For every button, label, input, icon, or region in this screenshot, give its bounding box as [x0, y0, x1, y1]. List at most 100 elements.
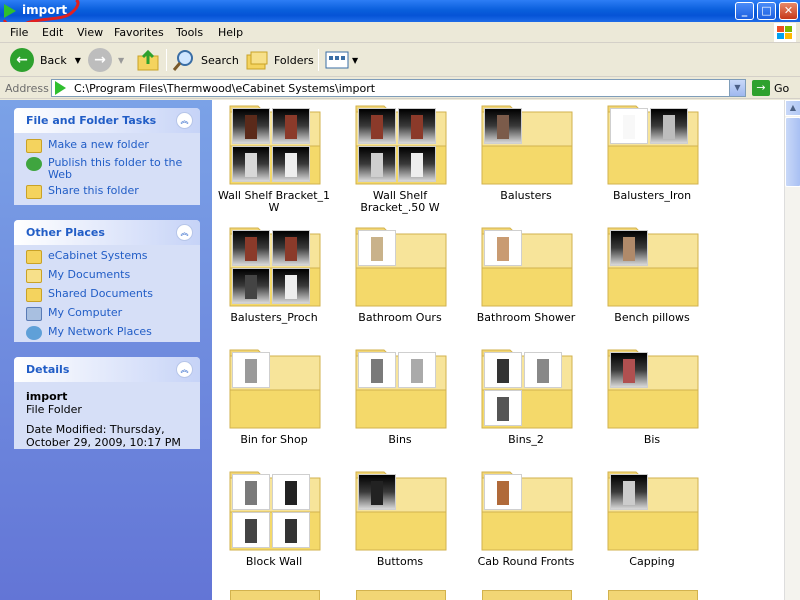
- folder-item[interactable]: Bin for Shop: [214, 346, 334, 456]
- explorer-window: import _ □ ✕ File Edit View Favorites To…: [0, 0, 800, 600]
- folder-thumbnail: [524, 352, 562, 388]
- collapse-icon[interactable]: ︽: [176, 224, 193, 241]
- scroll-thumb[interactable]: [785, 117, 800, 187]
- folder-thumbnail: [232, 268, 270, 304]
- views-button[interactable]: ▼: [325, 47, 358, 73]
- back-label: Back: [40, 53, 67, 67]
- back-button[interactable]: ← Back ▼: [10, 47, 81, 73]
- place-shared-documents[interactable]: Shared Documents: [26, 288, 192, 302]
- folder-thumbnail: [358, 474, 396, 510]
- folder-thumbnail: [610, 230, 648, 266]
- folder-item[interactable]: Balusters_Proch: [214, 224, 334, 334]
- up-folder-button[interactable]: [136, 47, 160, 73]
- other-places-header[interactable]: Other Places ︽: [14, 220, 200, 245]
- address-bar: Address C:\Program Files\Thermwood\eCabi…: [0, 77, 800, 99]
- folder-item[interactable]: Bathroom Ours: [340, 224, 460, 334]
- folders-button[interactable]: Folders: [245, 47, 314, 73]
- publish-folder-link[interactable]: Publish this folder to the Web: [26, 157, 192, 181]
- vertical-scrollbar[interactable]: ▲: [784, 100, 800, 600]
- up-folder-icon: [137, 49, 159, 71]
- folder-item[interactable]: Balusters: [466, 102, 586, 212]
- place-my-documents[interactable]: My Documents: [26, 269, 192, 283]
- forward-dropdown-icon[interactable]: ▼: [118, 56, 124, 65]
- folder-icon[interactable]: [608, 590, 698, 600]
- collapse-icon[interactable]: ︽: [176, 361, 193, 378]
- menu-favorites[interactable]: Favorites: [114, 26, 164, 39]
- folder-item[interactable]: Bins: [340, 346, 460, 456]
- folder-thumbnail: [484, 390, 522, 426]
- details-header[interactable]: Details ︽: [14, 357, 200, 382]
- other-places-panel: Other Places ︽ eCabinet Systems My Docum…: [14, 220, 200, 342]
- folder-thumbnail: [358, 108, 396, 144]
- scroll-up-icon[interactable]: ▲: [785, 100, 800, 116]
- share-folder-link[interactable]: Share this folder: [26, 185, 192, 199]
- place-my-network-places[interactable]: My Network Places: [26, 326, 192, 340]
- folder-icon[interactable]: [356, 590, 446, 600]
- other-places-title: Other Places: [26, 226, 105, 239]
- window-title: import: [22, 3, 68, 17]
- folder-label: Bin for Shop: [240, 433, 308, 446]
- details-title: Details: [26, 363, 70, 376]
- folder-item[interactable]: Bis: [592, 346, 712, 456]
- maximize-button[interactable]: □: [757, 2, 776, 20]
- place-my-computer[interactable]: My Computer: [26, 307, 192, 321]
- folder-item[interactable]: Bench pillows: [592, 224, 712, 334]
- folder-item[interactable]: Capping: [592, 468, 712, 578]
- folder-label: Wall Shelf Bracket_.50 W: [360, 189, 440, 214]
- folder-item[interactable]: Cab Round Fronts: [466, 468, 586, 578]
- place-label: My Computer: [48, 306, 123, 319]
- windows-logo-icon: [774, 23, 796, 42]
- folder-thumbnail: [610, 474, 648, 510]
- forward-button[interactable]: → ▼: [88, 47, 124, 73]
- place-ecabinet-systems[interactable]: eCabinet Systems: [26, 250, 192, 264]
- folder-play-icon: [4, 4, 16, 18]
- folder-item[interactable]: Bins_2: [466, 346, 586, 456]
- folder-item[interactable]: Balusters_Iron: [592, 102, 712, 212]
- folder-item[interactable]: Buttoms: [340, 468, 460, 578]
- go-button[interactable]: → Go: [752, 80, 789, 96]
- views-dropdown-icon[interactable]: ▼: [352, 56, 358, 65]
- share-folder-icon: [26, 185, 42, 199]
- folder-item[interactable]: Wall Shelf Bracket_.50 W: [340, 102, 460, 214]
- menu-view[interactable]: View: [77, 26, 103, 39]
- folder-thumbnail: [398, 146, 436, 182]
- menu-edit[interactable]: Edit: [42, 26, 63, 39]
- file-tasks-panel: File and Folder Tasks ︽ Make a new folde…: [14, 108, 200, 205]
- search-label: Search: [201, 53, 239, 67]
- folder-view[interactable]: Wall Shelf Bracket_1 W Wall Shelf Bracket…: [212, 100, 784, 600]
- address-dropdown-icon[interactable]: ▼: [729, 80, 745, 96]
- folder-thumbnail: [232, 146, 270, 182]
- details-type: File Folder: [26, 403, 82, 416]
- close-button[interactable]: ✕: [779, 2, 798, 20]
- folder-label: Bathroom Ours: [358, 311, 442, 324]
- menu-file[interactable]: File: [10, 26, 28, 39]
- folder-icon[interactable]: [482, 590, 572, 600]
- folder-label: Cab Round Fronts: [477, 555, 575, 568]
- folder-thumbnail: [358, 146, 396, 182]
- collapse-icon[interactable]: ︽: [176, 112, 193, 129]
- folder-item[interactable]: Wall Shelf Bracket_1 W: [214, 102, 334, 214]
- folder-label: Block Wall: [245, 555, 303, 568]
- minimize-button[interactable]: _: [735, 2, 754, 20]
- go-arrow-icon: →: [752, 80, 770, 96]
- back-dropdown-icon[interactable]: ▼: [75, 56, 81, 65]
- make-new-folder-link[interactable]: Make a new folder: [26, 139, 192, 153]
- folder-item[interactable]: Bathroom Shower: [466, 224, 586, 334]
- documents-folder-icon: [26, 269, 42, 283]
- menu-bar: File Edit View Favorites Tools Help: [0, 22, 800, 43]
- search-button[interactable]: Search: [172, 47, 239, 73]
- address-input[interactable]: C:\Program Files\Thermwood\eCabinet Syst…: [51, 79, 746, 97]
- task-label: Share this folder: [48, 184, 139, 197]
- folder-item[interactable]: Block Wall: [214, 468, 334, 578]
- folder-icon[interactable]: [230, 590, 320, 600]
- folders-label: Folders: [274, 53, 314, 67]
- folder-label: Bathroom Shower: [476, 311, 576, 324]
- file-tasks-header[interactable]: File and Folder Tasks ︽: [14, 108, 200, 133]
- menu-tools[interactable]: Tools: [176, 26, 203, 39]
- folder-thumbnail: [610, 108, 648, 144]
- title-bar[interactable]: import _ □ ✕: [0, 0, 800, 22]
- folder-thumbnail: [232, 474, 270, 510]
- menu-help[interactable]: Help: [218, 26, 243, 39]
- folder-label: Buttoms: [376, 555, 424, 568]
- folder-thumbnail: [272, 108, 310, 144]
